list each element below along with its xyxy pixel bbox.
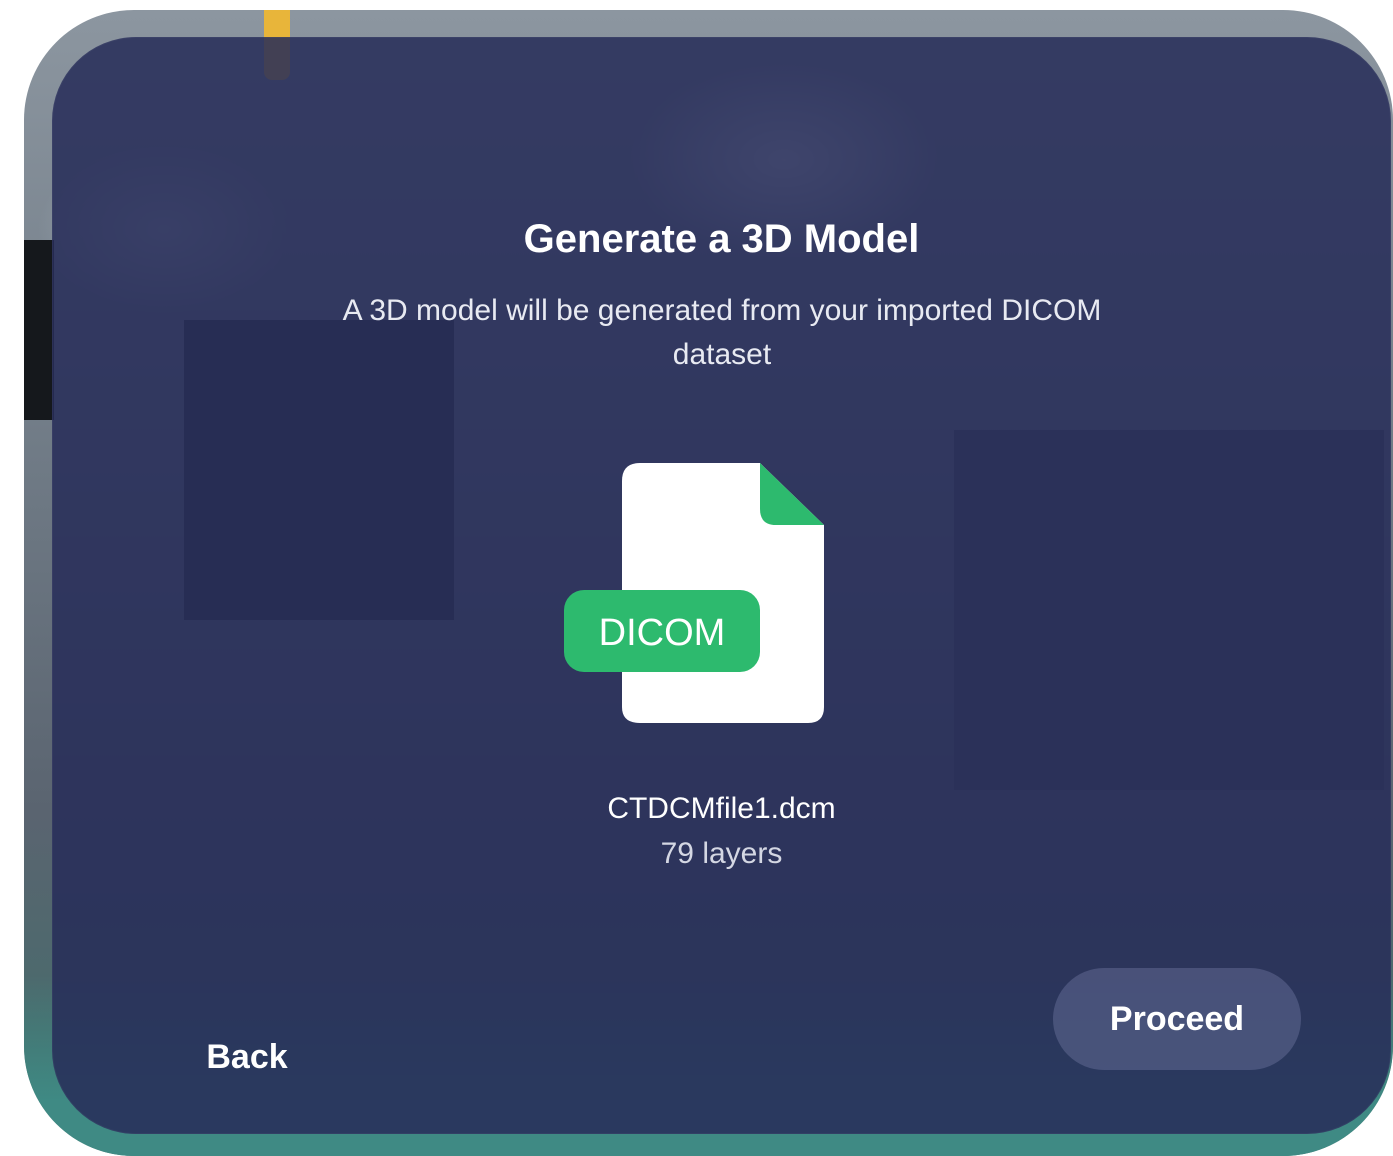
dicom-file-icon: DICOM <box>564 463 824 723</box>
dialog-title: Generate a 3D Model <box>523 217 920 261</box>
dicom-badge-label: DICOM <box>599 612 726 654</box>
back-button[interactable]: Back <box>182 1007 312 1107</box>
generate-model-dialog: Generate a 3D Model A 3D model will be g… <box>52 37 1391 1134</box>
file-corner-fold <box>760 463 824 525</box>
file-layer-count: 79 layers <box>660 837 783 870</box>
dicom-file-graphic: DICOM <box>564 463 824 723</box>
dialog-subtitle: A 3D model will be generated from your i… <box>342 294 1102 371</box>
proceed-button[interactable]: Proceed <box>1053 968 1301 1070</box>
wall-device <box>24 240 54 420</box>
file-name: CTDCMfile1.dcm <box>607 792 836 825</box>
